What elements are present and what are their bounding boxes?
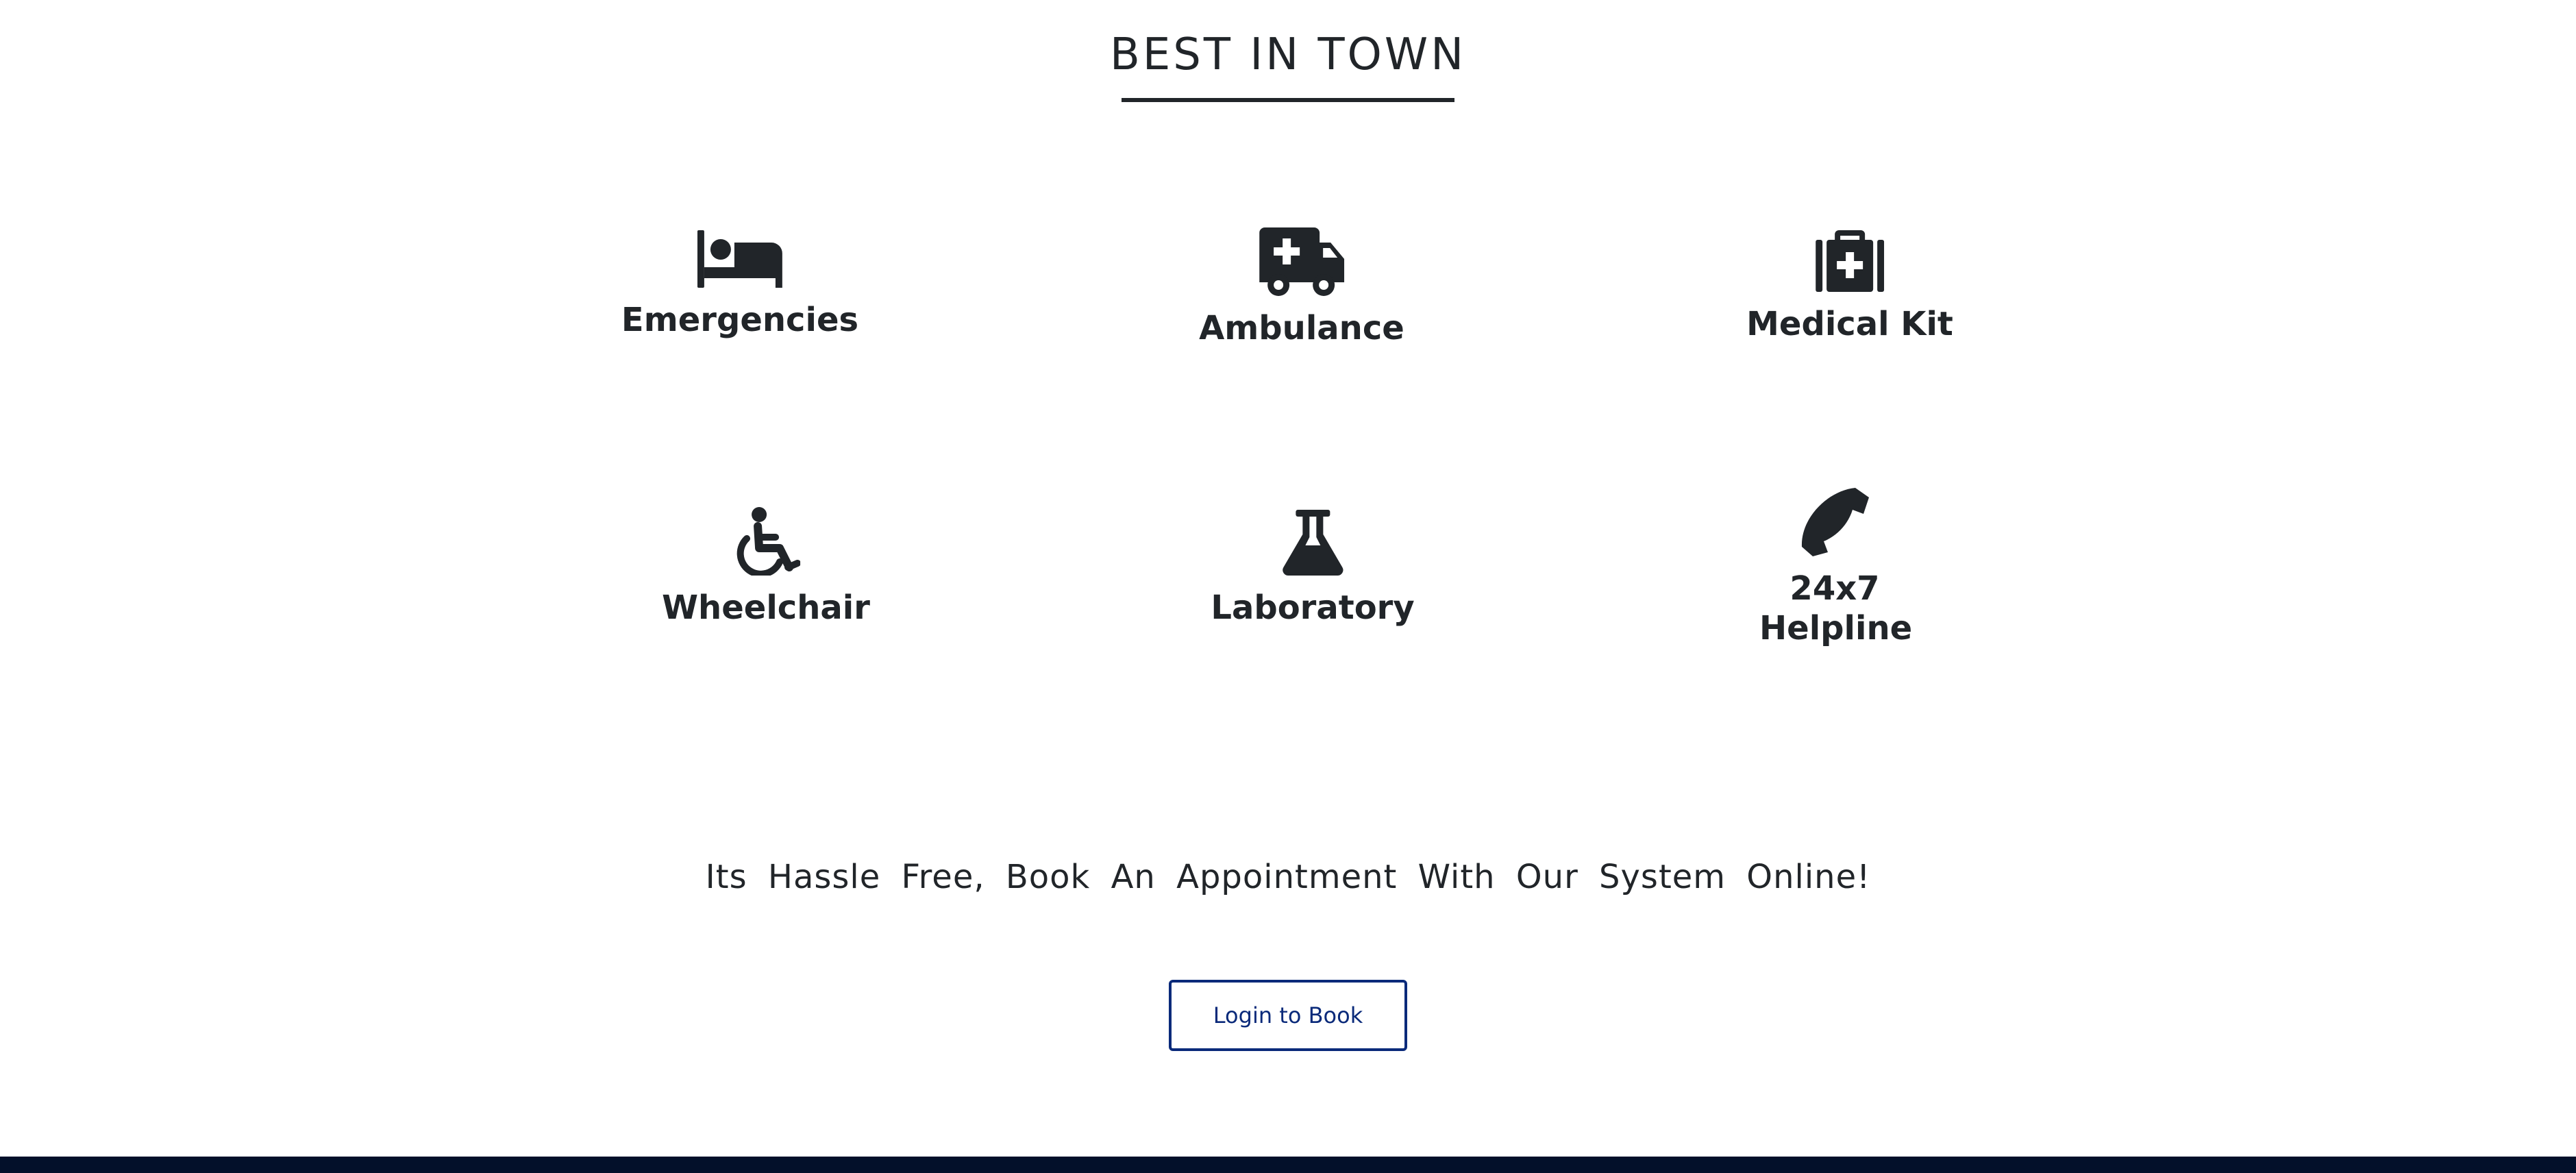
service-ambulance: Ambulance <box>1199 227 1404 348</box>
service-medical-kit: Medical Kit <box>1746 230 1953 344</box>
service-label: 24x7 Helpline <box>1759 569 1913 647</box>
service-helpline: 24x7 Helpline <box>1759 488 1913 648</box>
tagline: Its Hassle Free, Book An Appointment Wit… <box>705 858 1871 896</box>
service-label: Laboratory <box>1211 589 1415 627</box>
service-laboratory: Laboratory <box>1211 510 1415 628</box>
medical-kit-icon <box>1815 230 1884 292</box>
service-label: Ambulance <box>1199 309 1404 347</box>
ambulance-icon <box>1259 227 1344 296</box>
wheelchair-icon <box>732 507 800 576</box>
service-label: Wheelchair <box>662 589 870 627</box>
service-wheelchair: Wheelchair <box>662 507 870 628</box>
title-underline <box>1122 98 1454 102</box>
page: BEST IN TOWN Emergencies Ambulance Medic… <box>0 0 2576 1173</box>
service-emergencies: Emergencies <box>621 230 858 340</box>
service-label: Medical Kit <box>1746 305 1953 343</box>
login-to-book-button[interactable]: Login to Book <box>1169 980 1407 1051</box>
phone-icon <box>1800 488 1869 556</box>
bed-icon <box>697 230 782 288</box>
section-title: BEST IN TOWN <box>1109 29 1467 80</box>
footer-bar <box>0 1157 2576 1173</box>
flask-icon <box>1282 510 1343 576</box>
service-label: Emergencies <box>621 301 859 339</box>
